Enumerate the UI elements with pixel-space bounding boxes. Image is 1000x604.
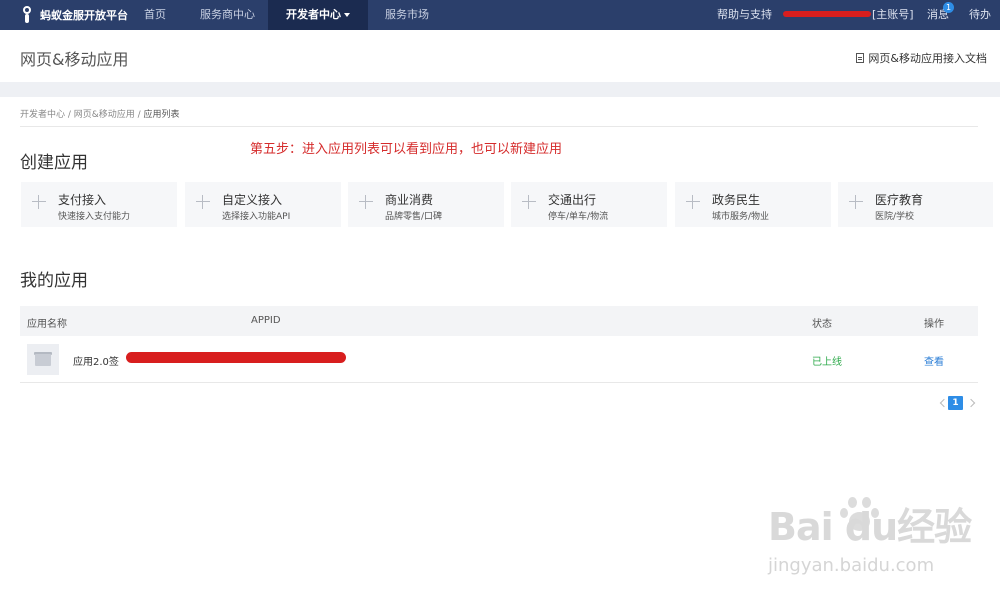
message-count-badge: 1 (943, 2, 954, 13)
chevron-down-icon (344, 13, 350, 17)
plus-icon (359, 195, 373, 209)
card-name: 支付接入 (58, 193, 107, 207)
create-card-transport[interactable]: 交通出行 停车/单车/物流 (511, 182, 667, 227)
card-desc: 选择接入功能API (222, 212, 291, 222)
redacted-appid (126, 352, 346, 363)
create-card-medical[interactable]: 医疗教育 医院/学校 (838, 182, 993, 227)
platform-logo[interactable]: 蚂蚁金服开放平台 (20, 0, 128, 30)
watermark-logo-text: Bai du经验 (768, 505, 972, 549)
page-number-current[interactable]: 1 (948, 396, 963, 410)
plus-icon (849, 195, 863, 209)
nav-developer-center-label: 开发者中心 (286, 8, 341, 21)
app-name[interactable]: 应用2.0签 (73, 353, 119, 368)
header-separator-band (0, 82, 1000, 97)
card-desc: 城市服务/物业 (712, 212, 770, 222)
card-name: 医疗教育 (875, 193, 924, 207)
card-name: 商业消费 (385, 193, 434, 207)
nav-home[interactable]: 首页 (144, 0, 166, 30)
nav-developer-center[interactable]: 开发者中心 (268, 0, 368, 30)
nav-help[interactable]: 帮助与支持 (717, 0, 772, 30)
card-desc: 医院/学校 (875, 212, 915, 222)
page-header (0, 30, 1000, 82)
logo-text: 蚂蚁金服开放平台 (40, 9, 128, 22)
page-title: 网页&移动应用 (20, 50, 129, 69)
status-badge: 已上线 (812, 357, 842, 368)
card-desc: 快速接入支付能力 (58, 212, 131, 222)
create-card-payment[interactable]: 支付接入 快速接入支付能力 (21, 182, 177, 227)
col-app-name: 应用名称 (27, 319, 67, 330)
chevron-left-icon[interactable] (938, 396, 946, 410)
account-type[interactable]: [主账号] (872, 0, 914, 30)
chevron-right-icon[interactable] (968, 396, 976, 410)
card-name: 自定义接入 (222, 193, 283, 207)
plus-icon (686, 195, 700, 209)
col-appid: APPID (251, 315, 281, 326)
create-card-government[interactable]: 政务民生 城市服务/物业 (675, 182, 831, 227)
top-navbar: 蚂蚁金服开放平台 首页 服务商中心 开发者中心 服务市场 帮助与支持 [主账号]… (0, 0, 1000, 30)
divider (20, 126, 978, 127)
document-icon (856, 53, 865, 63)
create-card-commerce[interactable]: 商业消费 品牌零售/口碑 (348, 182, 504, 227)
watermark-url: jingyan.baidu.com (768, 555, 935, 576)
card-name: 交通出行 (548, 193, 597, 207)
breadcrumb-web-mobile[interactable]: 网页&移动应用 / (74, 110, 144, 120)
redacted-account (783, 11, 871, 17)
col-status: 状态 (812, 319, 832, 330)
create-card-custom[interactable]: 自定义接入 选择接入功能API (185, 182, 341, 227)
doc-link[interactable]: 网页&移动应用接入文档 (856, 50, 987, 66)
view-link[interactable]: 查看 (924, 353, 944, 368)
watermark: Bai du经验 jingyan.baidu.com (768, 496, 972, 576)
my-apps-title: 我的应用 (20, 271, 88, 291)
breadcrumb-current: 应用列表 (143, 110, 180, 120)
plus-icon (32, 195, 46, 209)
ant-logo-icon (20, 6, 34, 24)
table-header: 应用名称 APPID 状态 操作 (20, 306, 978, 336)
nav-todo[interactable]: 待办 (969, 0, 991, 30)
card-desc: 停车/单车/物流 (548, 212, 609, 222)
plus-icon (196, 195, 210, 209)
card-name: 政务民生 (712, 193, 761, 207)
breadcrumb: 开发者中心 / 网页&移动应用 / 应用列表 (20, 107, 180, 120)
nav-service-market[interactable]: 服务市场 (385, 0, 429, 30)
app-icon (27, 344, 59, 375)
breadcrumb-developer-center[interactable]: 开发者中心 / (20, 110, 74, 120)
doc-link-label: 网页&移动应用接入文档 (868, 52, 987, 65)
card-desc: 品牌零售/口碑 (385, 212, 443, 222)
plus-icon (522, 195, 536, 209)
step-annotation: 第五步：进入应用列表可以看到应用，也可以新建应用 (250, 142, 563, 157)
create-app-title: 创建应用 (20, 153, 88, 173)
col-action: 操作 (924, 319, 944, 330)
nav-provider-center[interactable]: 服务商中心 (200, 0, 255, 30)
